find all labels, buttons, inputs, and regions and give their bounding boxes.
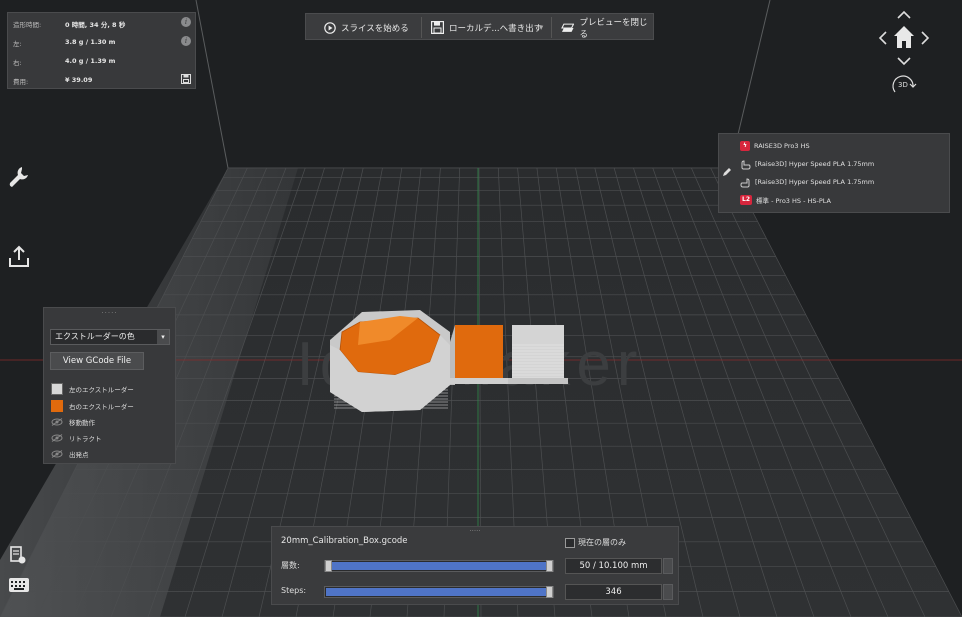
layer-slider-max-handle[interactable] (546, 560, 553, 572)
chevron-down-icon: ▾ (157, 330, 169, 344)
save-icon[interactable] (181, 74, 191, 84)
chevron-down-icon: ▾ (539, 22, 544, 33)
checkbox-box[interactable] (565, 537, 575, 548)
view-gcode-button[interactable]: View GCode File (50, 352, 144, 370)
steps-slider-fill (326, 588, 546, 596)
drag-handle[interactable]: ····· (272, 527, 678, 535)
view-navigation: 3D (876, 8, 932, 98)
arrow-left-icon[interactable] (878, 31, 887, 45)
steps-value-field[interactable]: 346 (565, 584, 662, 600)
legend-left-extruder: 左のエクストルーダー (51, 382, 134, 396)
arrow-right-icon[interactable] (921, 31, 930, 45)
printer-row[interactable]: ϟ RAISE3D Pro3 HS (740, 139, 810, 153)
legend-right-extruder: 右のエクストルーダー (51, 399, 134, 413)
layer-preview-panel: ····· 20mm_Calibration_Box.gcode 現在の層のみ … (271, 526, 679, 605)
info-icon[interactable]: i (181, 36, 191, 46)
layer-slider-fill (332, 562, 546, 570)
info-row-cost: 費用: ¥ 39.09 (13, 74, 193, 86)
slice-button[interactable]: スライスを始める (324, 14, 409, 41)
legend-retract[interactable]: リトラクト (51, 431, 102, 445)
keyboard-icon[interactable] (8, 577, 30, 593)
color-swatch (51, 400, 63, 412)
gcode-file-icon[interactable] (9, 545, 27, 565)
right-hand-icon (740, 177, 750, 187)
arrow-up-icon[interactable] (897, 10, 911, 19)
wrench-icon[interactable] (8, 165, 30, 189)
color-mode-select[interactable]: エクストルーダーの色 ▾ (50, 329, 170, 345)
3d-badge: 3D (898, 81, 908, 89)
profile-row[interactable]: L2 標準 - Pro3 HS - HS-PLA (740, 193, 831, 207)
layers-label: 層数: (281, 561, 300, 570)
layers-value-field[interactable]: 50 / 10.100 mm (565, 558, 662, 574)
export-dropdown-arrow[interactable]: ▾ (539, 14, 543, 41)
current-layer-only-checkbox[interactable]: 現在の層のみ (565, 537, 626, 548)
layer-slider[interactable] (324, 560, 554, 572)
model-orange-cube[interactable] (450, 325, 508, 385)
l2-badge: L2 (740, 195, 752, 205)
steps-slider[interactable] (324, 586, 554, 598)
printer-settings-panel[interactable]: ϟ RAISE3D Pro3 HS [Raise3D] Hyper Speed … (718, 133, 950, 213)
play-icon (324, 21, 336, 34)
export-local-button[interactable]: ローカルデ...へ書き出す (431, 14, 542, 41)
eye-hidden-icon[interactable] (51, 434, 63, 442)
save-icon (431, 21, 444, 34)
layer-slider-min-handle[interactable] (325, 560, 332, 572)
close-preview-button[interactable]: プレビューを閉じる (561, 14, 653, 41)
model-white-cube[interactable] (508, 325, 568, 384)
drag-handle[interactable]: ····· (44, 309, 175, 317)
info-row-right: 右: 4.0 g / 1.39 m (13, 57, 116, 67)
model-octagon-box[interactable] (330, 310, 450, 412)
steps-label: Steps: (281, 586, 307, 595)
right-material-row[interactable]: [Raise3D] Hyper Speed PLA 1.75mm (740, 175, 874, 189)
print-info-panel: 造形時間: 0 時間, 34 分, 8 秒 i 左: 3.8 g / 1.30 … (7, 12, 196, 89)
legend-travel-moves[interactable]: 移動動作 (51, 415, 95, 429)
edit-pencil-icon[interactable] (722, 167, 732, 177)
eye-hidden-icon[interactable] (51, 450, 63, 458)
home-icon[interactable] (894, 26, 914, 48)
info-icon[interactable]: i (181, 17, 191, 27)
eye-hidden-icon[interactable] (51, 418, 63, 426)
steps-stepper[interactable] (663, 584, 673, 600)
layers-icon (561, 23, 575, 32)
top-toolbar: スライスを始める ローカルデ...へ書き出す ▾ プレビューを閉じる (305, 13, 654, 40)
left-hand-icon (741, 159, 751, 169)
extruder-color-panel: ····· エクストルーダーの色 ▾ View GCode File 左のエクス… (43, 307, 176, 464)
upload-icon[interactable] (8, 244, 30, 268)
info-row-left: 左: 3.8 g / 1.30 m i (13, 36, 193, 48)
color-swatch (51, 383, 63, 395)
lightning-icon: ϟ (740, 141, 750, 151)
layers-stepper[interactable] (663, 558, 673, 574)
gcode-filename: 20mm_Calibration_Box.gcode (281, 536, 408, 546)
legend-start-point[interactable]: 出発点 (51, 447, 89, 461)
info-row-print-time: 造形時間: 0 時間, 34 分, 8 秒 i (13, 17, 193, 29)
steps-slider-handle[interactable] (546, 586, 553, 598)
left-material-row[interactable]: [Raise3D] Hyper Speed PLA 1.75mm (740, 157, 874, 171)
arrow-down-icon[interactable] (897, 57, 911, 66)
